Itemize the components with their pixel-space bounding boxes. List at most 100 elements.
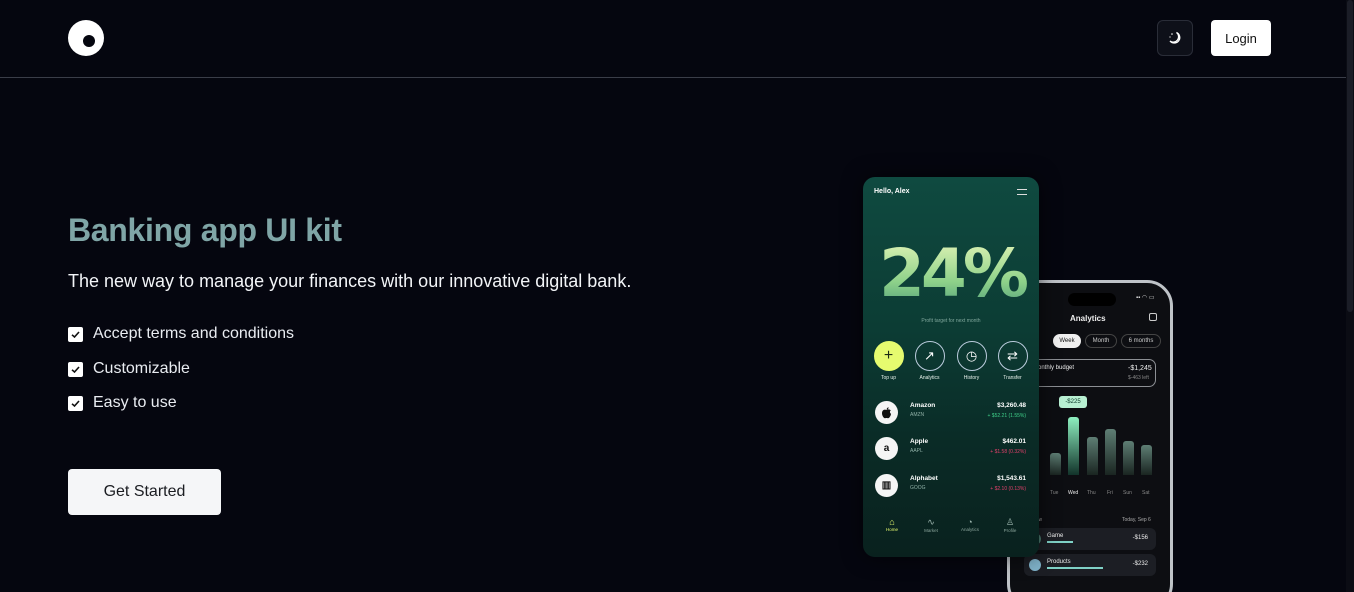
bar xyxy=(1050,453,1061,475)
stock-name: Alphabet xyxy=(910,475,938,482)
checkbox-checked-icon[interactable] xyxy=(68,395,83,411)
status-bar-icons: ▪▪ ◠ ▭ xyxy=(1136,295,1155,301)
expense-progress xyxy=(1047,541,1073,543)
stock-change: + $52.21 (1.55%) xyxy=(987,413,1027,419)
moon-sparkle-icon xyxy=(1169,31,1181,44)
expense-name: Game xyxy=(1047,533,1064,539)
page-scrollbar[interactable] xyxy=(1346,0,1354,592)
day-label: Tue xyxy=(1050,490,1059,496)
home-icon: ⌂ xyxy=(889,517,895,527)
bar-tooltip: -$225 xyxy=(1059,396,1087,408)
feature-label: Accept terms and conditions xyxy=(93,325,294,342)
amazon-logo-icon: a xyxy=(875,437,898,460)
action-label: Analytics xyxy=(919,375,940,381)
plus-icon: + xyxy=(873,341,904,371)
stock-row: Amazon AMZN $3,260.48 + $52.21 (1.55%) xyxy=(875,399,1029,425)
bar xyxy=(1087,437,1098,475)
nav-label: Market xyxy=(924,528,938,533)
bottom-nav: ⌂ Home ∿ Market ◔ Analytics ♙ Profile xyxy=(863,517,1039,541)
expense-row: Game -$156 xyxy=(1024,528,1156,550)
tab-6-months: 6 months xyxy=(1121,334,1161,348)
expense-value: -$232 xyxy=(1132,561,1148,567)
scrollbar-thumb[interactable] xyxy=(1347,0,1353,312)
feature-item: Accept terms and conditions xyxy=(68,325,294,343)
stock-ticker: GOOG xyxy=(910,485,926,491)
trend-icon: ↗ xyxy=(914,341,945,371)
crescent-logo-icon[interactable] xyxy=(68,20,104,56)
action-label: Top up xyxy=(880,375,896,381)
expense-value: -$156 xyxy=(1132,535,1148,541)
greeting: Hello, Alex xyxy=(874,188,910,195)
analytics-title: Analytics xyxy=(1070,314,1106,323)
action-top-up: + Top up xyxy=(873,341,904,381)
stock-name: Amazon xyxy=(910,402,936,409)
feature-label: Customizable xyxy=(93,360,190,377)
pie-chart-icon: ◔ xyxy=(967,517,973,527)
phone-notch xyxy=(1068,293,1116,306)
hero-subtitle: The new way to manage your finances with… xyxy=(68,271,632,291)
alphabet-logo-icon: ▥ xyxy=(875,474,898,497)
menu-icon xyxy=(1017,189,1027,195)
checkbox-checked-icon[interactable] xyxy=(68,326,83,342)
stock-price: $1,543.61 xyxy=(997,475,1026,482)
tab-week: Week xyxy=(1053,334,1081,348)
top-bar: Login xyxy=(0,0,1346,78)
products-icon xyxy=(1029,559,1041,571)
overview-date: Today, Sep 6 xyxy=(1122,517,1151,523)
profit-caption: Profit target for next month xyxy=(921,318,981,324)
action-transfer: ⇄ Transfer xyxy=(997,341,1028,381)
user-icon: ♙ xyxy=(1005,517,1015,527)
theme-toggle-button[interactable] xyxy=(1157,20,1193,56)
feature-label: Easy to use xyxy=(93,394,177,411)
nav-analytics: ◔ Analytics xyxy=(955,517,985,532)
budget-value: -$1,245 xyxy=(1128,365,1152,372)
tab-month: Month xyxy=(1085,334,1117,348)
bar xyxy=(1123,441,1134,475)
profit-percent: 24% xyxy=(879,235,1029,312)
day-label: Thu xyxy=(1087,490,1096,496)
transfer-icon: ⇄ xyxy=(997,341,1028,371)
nav-label: Home xyxy=(885,527,898,532)
action-history: ◷ History xyxy=(956,341,987,381)
nav-profile: ♙ Profile xyxy=(995,517,1025,533)
stock-change: + $1.58 (0.32%) xyxy=(990,449,1026,455)
stock-row: ▥ Alphabet GOOG $1,543.61 + $2.10 (0.13%… xyxy=(875,472,1029,498)
get-started-button[interactable]: Get Started xyxy=(68,469,221,515)
stock-change: + $2.10 (0.13%) xyxy=(990,486,1026,492)
expense-name: Products xyxy=(1047,559,1071,565)
nav-label: Profile xyxy=(1003,528,1017,533)
stock-row: a Apple AAPL $462.01 + $1.58 (0.32%) xyxy=(875,435,1029,461)
calendar-icon xyxy=(1149,313,1157,321)
apple-logo-icon xyxy=(875,401,898,424)
action-label: Transfer xyxy=(1003,375,1022,381)
bar xyxy=(1141,445,1152,475)
feature-item: Customizable xyxy=(68,360,190,378)
stock-price: $462.01 xyxy=(1002,438,1027,445)
stock-name: Apple xyxy=(910,438,929,445)
hero-title: Banking app UI kit xyxy=(68,212,342,248)
nav-home: ⌂ Home xyxy=(877,517,907,532)
day-label: Fri xyxy=(1107,490,1113,496)
nav-label: Analytics xyxy=(960,527,979,532)
day-label: Wed xyxy=(1068,490,1079,496)
bar xyxy=(1105,429,1116,475)
budget-sub: $-463 left xyxy=(1128,375,1149,381)
checkbox-checked-icon[interactable] xyxy=(68,361,83,377)
action-label: History xyxy=(963,375,980,381)
day-label: Sat xyxy=(1142,490,1150,496)
stock-ticker: AMZN xyxy=(910,412,925,418)
day-label: Sun xyxy=(1123,490,1132,496)
login-button[interactable]: Login xyxy=(1211,20,1271,56)
nav-market: ∿ Market xyxy=(916,517,946,533)
action-analytics: ↗ Analytics xyxy=(914,341,945,381)
expense-row: Products -$232 xyxy=(1024,554,1156,576)
clock-icon: ◷ xyxy=(956,341,987,371)
pulse-icon: ∿ xyxy=(927,517,935,527)
bar-highlighted xyxy=(1068,417,1079,475)
stock-ticker: AAPL xyxy=(910,448,923,454)
home-phone-mockup: Hello, Alex 24% Profit target for next m… xyxy=(863,177,1039,557)
budget-label: onthly budget xyxy=(1038,365,1075,371)
stock-price: $3,260.48 xyxy=(997,402,1026,409)
expense-progress xyxy=(1047,567,1103,569)
feature-item: Easy to use xyxy=(68,394,177,412)
